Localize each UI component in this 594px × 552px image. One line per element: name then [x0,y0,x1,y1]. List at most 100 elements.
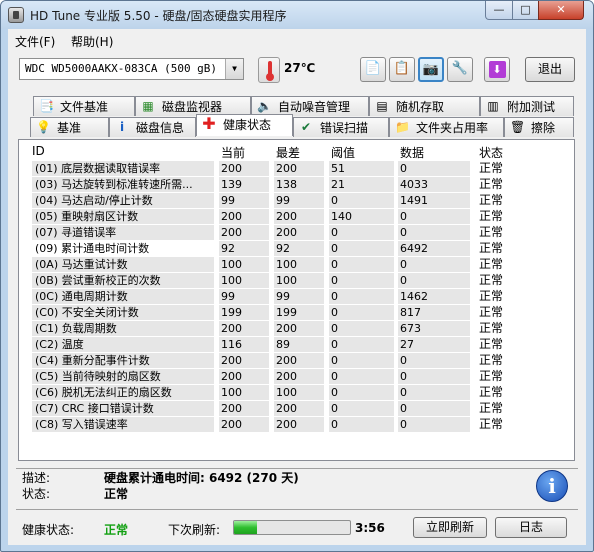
attribute-name-cell: (07) 寻道错误率 [32,225,214,240]
table-row[interactable]: (0A) 马达重试计数 100 100 0 0 正常 [19,257,559,273]
hdtune-app-icon [8,7,24,23]
refresh-countdown: 3:56 [355,521,385,535]
tab-error-scan[interactable]: ✔ 错误扫描 [293,117,389,137]
table-row[interactable]: (C2) 温度 116 89 0 27 正常 [19,337,559,353]
attribute-name-cell: (04) 马达启动/停止计数 [32,193,214,208]
thermometer-icon [258,57,280,83]
maximize-button[interactable]: □ [512,1,539,20]
chevron-down-icon[interactable]: ▼ [225,59,243,79]
status-cell: 正常 [479,257,504,271]
attribute-name-cell: (C5) 当前待映射的扇区数 [32,369,214,384]
current-value-cell: 100 [219,273,269,288]
table-row[interactable]: (C8) 写入错误速率 200 200 0 0 正常 [19,417,559,433]
threshold-value-cell: 0 [329,353,394,368]
worst-value-cell: 200 [274,417,324,432]
status-cell: 正常 [479,289,504,303]
screenshot-button[interactable]: 📷 [418,57,444,82]
app-window: HD Tune 专业版 5.50 - 硬盘/固态硬盘实用程序 — □ ✕ 文件(… [0,0,594,552]
raw-data-cell: 1462 [398,289,470,304]
table-row[interactable]: (05) 重映射扇区计数 200 200 140 0 正常 [19,209,559,225]
tab-disk-info[interactable]: i 磁盘信息 [109,117,196,137]
attribute-name-cell: (01) 底层数据读取错误率 [32,161,214,176]
status-cell: 正常 [479,177,504,191]
log-button[interactable]: 日志 [495,517,567,538]
threshold-value-cell: 0 [329,289,394,304]
attribute-name-cell: (C6) 脱机无法纠正的扇区数 [32,385,214,400]
attribute-name-cell: (0B) 尝试重新校正的次数 [32,273,214,288]
next-refresh-label: 下次刷新: [168,523,221,537]
worst-value-cell: 199 [274,305,324,320]
info-icon: i [119,120,125,134]
table-row[interactable]: (03) 马达旋转到标准转速所需... 139 138 21 4033 正常 [19,177,559,193]
raw-data-cell: 0 [398,401,470,416]
copy-all-button[interactable]: 📋 [389,57,415,82]
copy-text-icon: 📄 [364,61,382,76]
tab-erase[interactable]: 🗑 擦除 [504,117,574,137]
table-row[interactable]: (C5) 当前待映射的扇区数 200 200 0 0 正常 [19,369,559,385]
column-header-threshold[interactable]: 阈值 [331,144,355,161]
table-row[interactable]: (0B) 尝试重新校正的次数 100 100 0 0 正常 [19,273,559,289]
minimize-button[interactable]: — [485,1,513,20]
info-icon[interactable]: i [536,470,568,502]
save-button[interactable]: ⬇ [484,57,510,82]
current-value-cell: 200 [219,417,269,432]
current-value-cell: 200 [219,369,269,384]
copy-text-button[interactable]: 📄 [360,57,386,82]
tab-health[interactable]: ✚ 健康状态 [196,114,293,136]
tab-file-benchmark[interactable]: 📑 文件基准 [33,96,135,116]
drive-select[interactable]: WDC WD5000AAKX-083CA (500 gB) ▼ [19,58,244,80]
status-cell: 正常 [479,353,504,367]
current-value-cell: 199 [219,305,269,320]
table-row[interactable]: (C1) 负载周期数 200 200 0 673 正常 [19,321,559,337]
table-row[interactable]: (07) 寻道错误率 200 200 0 0 正常 [19,225,559,241]
options-button[interactable]: 🔧 [447,57,473,82]
attribute-name-cell: (C7) CRC 接口错误计数 [32,401,214,416]
table-row[interactable]: (09) 累计通电时间计数 92 92 0 6492 正常 [19,241,559,257]
column-header-data[interactable]: 数据 [400,144,424,161]
menu-bar: 文件(F) 帮助(H) [8,29,586,51]
table-row[interactable]: (C7) CRC 接口错误计数 200 200 0 0 正常 [19,401,559,417]
exit-button[interactable]: 退出 [525,57,575,82]
copy-all-icon: 📋 [393,61,411,76]
table-row[interactable]: (04) 马达启动/停止计数 99 99 0 1491 正常 [19,193,559,209]
current-value-cell: 139 [219,177,269,192]
tab-disk-monitor[interactable]: ▦ 磁盘监视器 [135,96,251,116]
table-row[interactable]: (01) 底层数据读取错误率 200 200 51 0 正常 [19,161,559,177]
column-header-id[interactable]: ID [32,144,45,158]
table-row[interactable]: (0C) 通电周期计数 99 99 0 1462 正常 [19,289,559,305]
column-header-worst[interactable]: 最差 [276,144,300,161]
close-button[interactable]: ✕ [538,1,584,20]
current-value-cell: 116 [219,337,269,352]
worst-value-cell: 200 [274,161,324,176]
status-cell: 正常 [479,321,504,335]
raw-data-cell: 6492 [398,241,470,256]
threshold-value-cell: 0 [329,337,394,352]
column-header-status[interactable]: 状态 [479,144,503,161]
tab-random-access[interactable]: ▤ 随机存取 [369,96,480,116]
raw-data-cell: 0 [398,161,470,176]
attribute-name-cell: (C8) 写入错误速率 [32,417,214,432]
table-row[interactable]: (C0) 不安全关闭计数 199 199 0 817 正常 [19,305,559,321]
health-status-label: 健康状态: [22,523,75,537]
tab-folder-usage[interactable]: 📁 文件夹占用率 [389,117,504,137]
raw-data-cell: 0 [398,353,470,368]
table-row[interactable]: (C4) 重新分配事件计数 200 200 0 0 正常 [19,353,559,369]
status-cell: 正常 [479,225,504,239]
smart-table[interactable]: ID 当前 最差 阈值 数据 状态 (01) 底层数据读取错误率 200 200 51… [18,139,575,461]
menu-file[interactable]: 文件(F) [15,33,55,50]
worst-value-cell: 89 [274,337,324,352]
tab-extra-tests[interactable]: ▥ 附加测试 [480,96,574,116]
raw-data-cell: 0 [398,369,470,384]
refresh-now-button[interactable]: 立即刷新 [413,517,487,538]
table-row[interactable]: (C6) 脱机无法纠正的扇区数 100 100 0 0 正常 [19,385,559,401]
threshold-value-cell: 140 [329,209,394,224]
worst-value-cell: 100 [274,257,324,272]
tab-benchmark[interactable]: 💡 基准 [30,117,109,137]
column-header-current[interactable]: 当前 [221,144,245,161]
download-arrow-icon: ⬇ [488,61,506,78]
attribute-name-cell: (05) 重映射扇区计数 [32,209,214,224]
menu-help[interactable]: 帮助(H) [71,33,113,50]
tab-noise-management[interactable]: 🔈 自动噪音管理 [251,96,369,116]
speaker-icon: 🔈 [257,99,272,113]
raw-data-cell: 4033 [398,177,470,192]
